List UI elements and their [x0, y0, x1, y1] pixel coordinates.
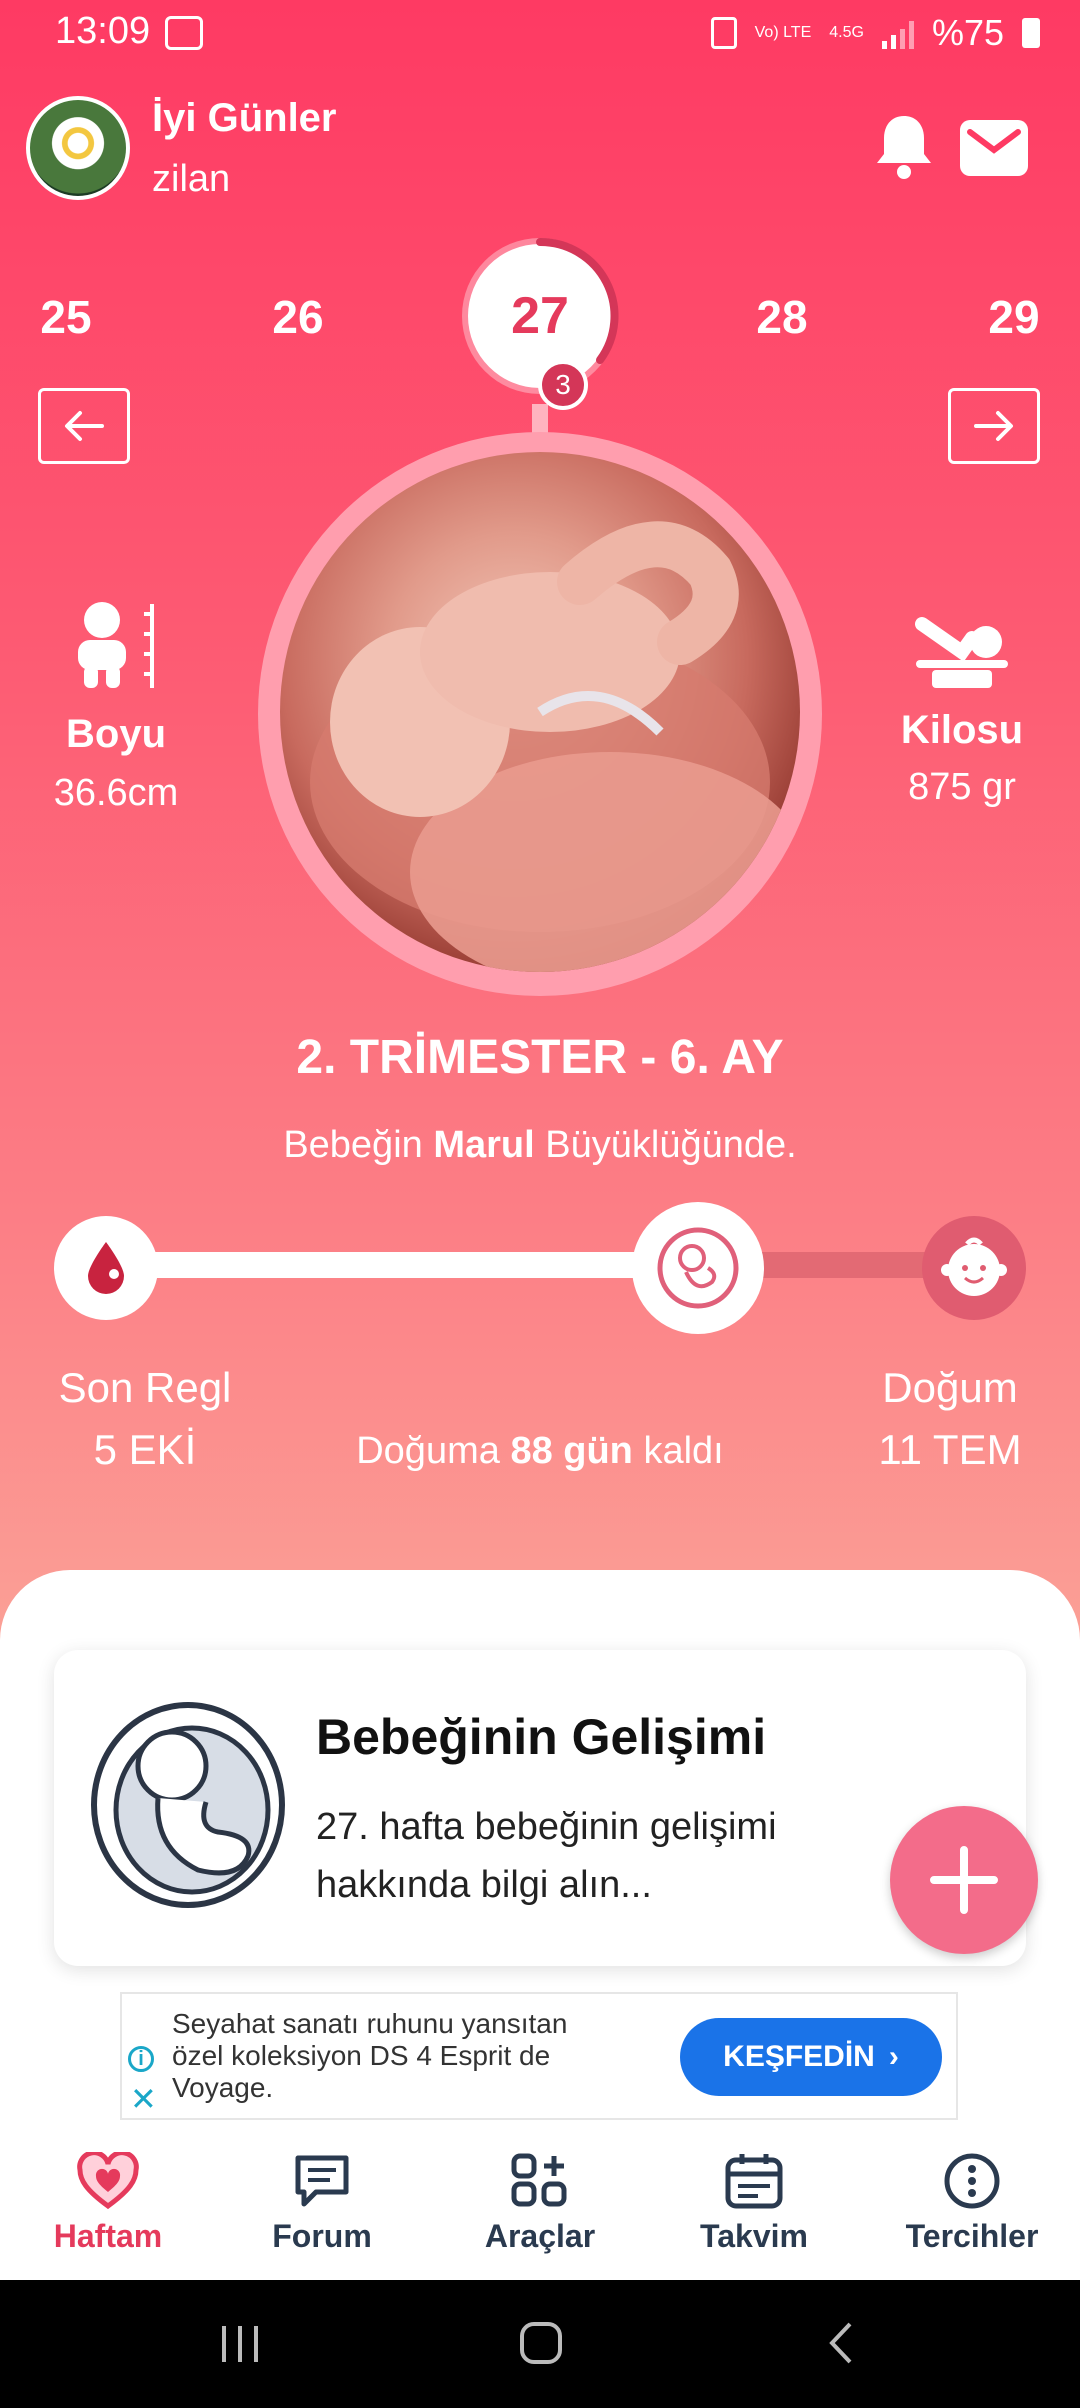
back-icon[interactable] — [826, 2320, 856, 2366]
status-time: 13:09 — [55, 10, 151, 52]
weight-value: 875 gr — [908, 766, 1016, 808]
remaining-suffix: kaldı — [643, 1430, 724, 1472]
trimester-badge: 3 — [538, 360, 588, 410]
due-label: Doğum — [882, 1364, 1018, 1411]
days-remaining: Doğuma 88 gün kaldı — [320, 1430, 760, 1473]
ad-cta-button[interactable]: KEŞFEDİN › — [680, 2018, 942, 2096]
current-progress-node — [631, 1202, 764, 1334]
birth-node — [922, 1216, 1026, 1320]
add-button[interactable] — [890, 1806, 1038, 1954]
battery-icon — [1022, 18, 1040, 48]
ad-banner[interactable]: i ✕ Seyahat sanatı ruhunu yansıtan özel … — [120, 1992, 958, 2120]
week-26[interactable]: 26 — [248, 290, 348, 344]
week-29[interactable]: 29 — [964, 290, 1064, 344]
card-description: 27. hafta bebeğinin gelişimi hakkında bi… — [316, 1806, 777, 1906]
baby-face-icon — [941, 1237, 1007, 1296]
development-card[interactable]: Bebeğinin Gelişimi 27. hafta bebeğinin g… — [54, 1650, 1026, 1966]
avatar[interactable] — [26, 96, 130, 200]
baby-weight-icon — [915, 617, 1008, 688]
fetus-outline-icon — [91, 1702, 285, 1908]
weight-label: Kilosu — [900, 708, 1024, 752]
nav-label: Haftam — [53, 2218, 163, 2254]
baby-height-icon — [78, 602, 154, 688]
blood-drop-icon — [88, 1242, 124, 1294]
plus-icon — [930, 1846, 998, 1914]
pregnancy-progress-fill — [106, 1252, 698, 1278]
sim-icon — [710, 17, 737, 49]
last-period-label: Son Regl — [58, 1364, 232, 1411]
ad-info-icon[interactable]: i — [128, 2046, 154, 2072]
nav-label: Araçlar — [484, 2218, 596, 2254]
last-period-date: 5 EKİ — [93, 1426, 197, 1473]
size-comparison: Bebeğin Marul Büyüklüğünde. — [0, 1124, 1080, 1167]
bottom-nav: Haftam Forum Araçlar Takvim Tercihler — [0, 2138, 1080, 2280]
next-week-button[interactable] — [948, 388, 1040, 464]
arrow-right-icon — [974, 411, 1013, 441]
nav-haftam[interactable]: Haftam — [8, 2152, 208, 2255]
prev-week-button[interactable] — [38, 388, 130, 464]
network-type-label: 4.5G — [829, 24, 864, 41]
system-nav-bar — [0, 2280, 1080, 2408]
bell-icon[interactable] — [872, 110, 936, 182]
week-progress-ring — [536, 237, 619, 364]
arrow-left-icon — [65, 411, 104, 441]
size-prefix: Bebeğin — [283, 1124, 423, 1166]
chat-icon — [295, 2155, 349, 2207]
trimester-title: 2. TRİMESTER - 6. AY — [296, 1031, 784, 1084]
size-fruit: Marul — [433, 1124, 535, 1166]
week-25[interactable]: 25 — [16, 290, 116, 344]
tools-icon — [511, 2153, 567, 2207]
mail-icon[interactable] — [960, 120, 1028, 176]
nav-takvim[interactable]: Takvim — [654, 2152, 854, 2255]
size-suffix: Büyüklüğünde. — [545, 1124, 797, 1166]
height-value: 36.6cm — [53, 772, 179, 814]
nav-label: Tercihler — [905, 2218, 1039, 2254]
battery-text: %75 — [931, 12, 1004, 53]
due-date: 11 TEM — [878, 1426, 1022, 1473]
remaining-prefix: Doğuma — [356, 1430, 500, 1472]
fetus-icon — [657, 1227, 739, 1309]
nav-tercihler[interactable]: Tercihler — [872, 2152, 1072, 2255]
more-icon — [944, 2153, 1000, 2209]
signal-icon — [881, 17, 914, 49]
volte-label: Vo) LTE — [754, 24, 812, 41]
nav-label: Takvim — [700, 2218, 808, 2254]
ad-close-icon[interactable]: ✕ — [130, 2080, 157, 2118]
chevron-right-icon: › — [888, 2040, 899, 2073]
nav-araclar[interactable]: Araçlar — [440, 2152, 640, 2255]
card-title: Bebeğinin Gelişimi — [316, 1709, 767, 1765]
username-text: zilan — [152, 158, 231, 200]
ad-text: Seyahat sanatı ruhunu yansıtan özel kole… — [172, 2008, 568, 2103]
height-label: Boyu — [66, 712, 166, 756]
heart-icon — [77, 2152, 139, 2210]
ad-cta-label: KEŞFEDİN — [723, 2040, 875, 2073]
nav-label: Forum — [272, 2218, 372, 2254]
last-period-node — [54, 1216, 158, 1320]
greeting-text: İyi Günler — [152, 96, 337, 140]
nav-forum[interactable]: Forum — [222, 2152, 422, 2255]
week-28[interactable]: 28 — [732, 290, 832, 344]
status-bar: 13:09 Vo) LTE 4.5G %75 — [0, 0, 1080, 70]
calendar-icon — [725, 2154, 783, 2209]
baby-image[interactable] — [280, 452, 800, 972]
remaining-days: 88 gün — [510, 1430, 633, 1472]
recent-apps-icon[interactable] — [218, 2322, 262, 2366]
home-icon[interactable] — [518, 2320, 564, 2366]
gallery-icon — [165, 16, 203, 50]
